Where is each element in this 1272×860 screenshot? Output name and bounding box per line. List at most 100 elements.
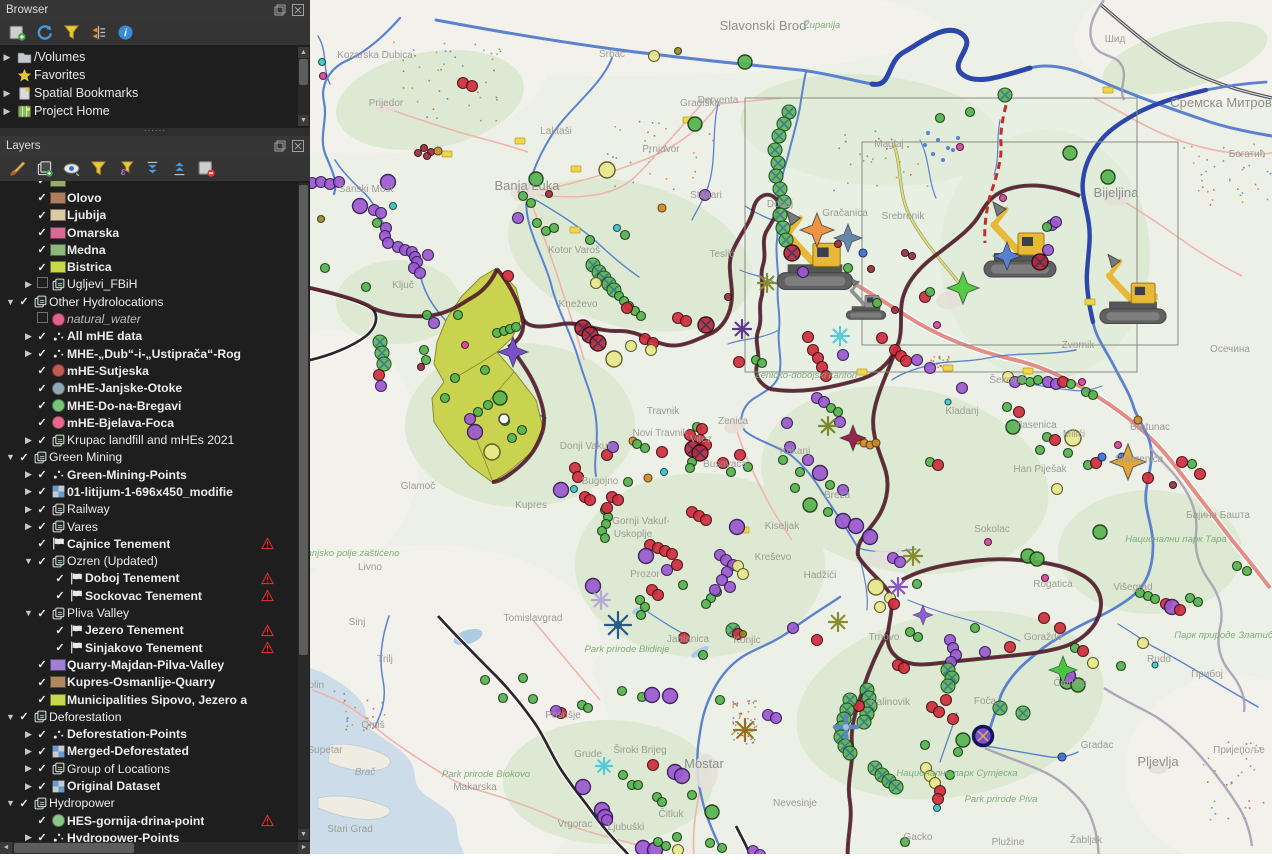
layer-row[interactable]: ▶✓Merged-Deforestated <box>0 743 310 760</box>
layer-checkbox[interactable]: ✓ <box>35 468 49 481</box>
browser-item[interactable]: ▶Project Home <box>0 102 310 120</box>
layer-row[interactable]: ▶✓All mHE data <box>0 328 310 345</box>
layer-row[interactable]: ▶Ugljevi_FBiH <box>0 276 310 293</box>
layer-row[interactable]: ▶✓Krupac landfill and mHEs 2021 <box>0 431 310 448</box>
expand-arrow-icon[interactable]: ▶ <box>22 435 35 446</box>
layer-row[interactable]: ✓mHE-Sutjeska <box>0 362 310 379</box>
warning-icon[interactable] <box>261 814 274 827</box>
layer-checkbox[interactable]: ✓ <box>53 589 67 602</box>
warning-icon[interactable] <box>261 572 274 585</box>
layer-row[interactable]: ▶✓Group of Locations <box>0 760 310 777</box>
expand-arrow-icon[interactable]: ▶ <box>22 763 35 774</box>
refresh-icon[interactable] <box>35 23 53 41</box>
layers-scrollbar[interactable]: ▼ <box>298 183 309 840</box>
layer-row[interactable]: ▶✓Deforestation-Points <box>0 726 310 743</box>
layer-row[interactable]: ▼✓Deforestation <box>0 708 310 725</box>
warning-icon[interactable] <box>261 624 274 637</box>
browser-item[interactable]: Favorites <box>0 66 310 84</box>
layer-row[interactable]: ▶✓Green-Mining-Points <box>0 466 310 483</box>
expand-arrow-icon[interactable]: ▼ <box>4 712 17 722</box>
layer-row[interactable]: ✓Municipalities Sipovo, Jezero a <box>0 691 310 708</box>
layer-checkbox[interactable]: ✓ <box>17 710 31 723</box>
expand-arrow-icon[interactable]: ▶ <box>22 348 35 359</box>
layer-checkbox[interactable]: ✓ <box>17 295 31 308</box>
layer-checkbox[interactable]: ✓ <box>35 191 49 204</box>
layer-checkbox[interactable]: ✓ <box>35 485 49 498</box>
browser-item[interactable]: ▶/Volumes <box>0 48 310 66</box>
layer-row[interactable]: ▼✓Pliva Valley <box>0 604 310 621</box>
layer-checkbox[interactable]: ✓ <box>35 434 49 447</box>
layer-checkbox[interactable]: ✓ <box>35 399 49 412</box>
layer-checkbox[interactable]: ✓ <box>35 243 49 256</box>
expand-arrow-icon[interactable]: ▼ <box>4 798 17 808</box>
expand-arrow-icon[interactable]: ▶ <box>22 486 35 497</box>
layer-checkbox[interactable]: ✓ <box>17 797 31 810</box>
warning-icon[interactable] <box>261 537 274 550</box>
layer-checkbox[interactable]: ✓ <box>35 347 49 360</box>
layer-row[interactable]: ✓Jezero Tenement <box>0 622 310 639</box>
filter-browser-icon[interactable] <box>62 23 80 41</box>
layer-checkbox[interactable]: ✓ <box>53 572 67 585</box>
warning-icon[interactable] <box>261 589 274 602</box>
layer-row[interactable]: ✓mHE-Janjske-Otoke <box>0 380 310 397</box>
expand-arrow-icon[interactable]: ▶ <box>22 729 35 740</box>
layer-checkbox[interactable]: ✓ <box>35 261 49 274</box>
layer-checkbox[interactable]: ✓ <box>35 181 49 187</box>
expand-arrow-icon[interactable]: ▼ <box>4 452 17 462</box>
map-themes-icon[interactable] <box>62 159 80 177</box>
layer-checkbox[interactable]: ✓ <box>35 537 49 550</box>
layer-row[interactable]: ✓Ljubija <box>0 207 310 224</box>
expand-arrow-icon[interactable]: ▼ <box>4 297 17 307</box>
float-panel-icon[interactable] <box>274 140 286 152</box>
expand-arrow-icon[interactable]: ▶ <box>22 331 35 342</box>
expand-arrow-icon[interactable]: ▼ <box>22 608 35 618</box>
layer-checkbox[interactable] <box>35 312 49 326</box>
expand-all-icon[interactable] <box>143 159 161 177</box>
layer-row[interactable]: ✓ <box>0 181 310 189</box>
layer-checkbox[interactable]: ✓ <box>35 762 49 775</box>
map-canvas[interactable]: Kozarska DubicaGradiškaSrbacSlavonski Br… <box>310 0 1272 854</box>
layer-row[interactable]: ▼✓Other Hydrolocations <box>0 293 310 310</box>
layer-checkbox[interactable]: ✓ <box>35 555 49 568</box>
layer-checkbox[interactable]: ✓ <box>35 364 49 377</box>
close-panel-icon[interactable] <box>292 140 304 152</box>
expand-arrow-icon[interactable]: ▶ <box>22 504 35 515</box>
layer-checkbox[interactable]: ✓ <box>35 780 49 793</box>
collapse-layers-icon[interactable] <box>170 159 188 177</box>
filter-legend-icon[interactable] <box>89 159 107 177</box>
layer-row[interactable]: ▶✓Vares <box>0 518 310 535</box>
styling-panel-icon[interactable] <box>8 159 26 177</box>
browser-scrollbar[interactable]: ▲ ▼ <box>298 47 309 126</box>
expand-arrow-icon[interactable]: ▼ <box>22 556 35 566</box>
expand-arrow-icon[interactable]: ▶ <box>22 279 35 290</box>
layer-row[interactable]: ✓HES-gornija-drina-point <box>0 812 310 829</box>
layer-checkbox[interactable]: ✓ <box>35 676 49 689</box>
layer-row[interactable]: ✓Bistrica <box>0 258 310 275</box>
float-panel-icon[interactable] <box>274 4 286 16</box>
layer-row[interactable]: ✓Sockovac Tenement <box>0 587 310 604</box>
layer-checkbox[interactable]: ✓ <box>53 624 67 637</box>
layer-checkbox[interactable]: ✓ <box>35 330 49 343</box>
layer-checkbox[interactable]: ✓ <box>35 728 49 741</box>
layer-row[interactable]: ✓Kupres-Osmanlije-Quarry <box>0 674 310 691</box>
layer-checkbox[interactable]: ✓ <box>35 814 49 827</box>
add-layer-icon[interactable] <box>8 23 26 41</box>
layer-row[interactable]: ✓Cajnice Tenement <box>0 535 310 552</box>
layers-hscrollbar[interactable]: ◄ ► <box>0 842 310 854</box>
expand-arrow-icon[interactable]: ▶ <box>0 52 14 63</box>
remove-layer-icon[interactable] <box>197 159 215 177</box>
layer-row[interactable]: ✓Omarska <box>0 224 310 241</box>
layer-checkbox[interactable]: ✓ <box>35 520 49 533</box>
close-panel-icon[interactable] <box>292 4 304 16</box>
layer-checkbox[interactable]: ✓ <box>35 416 49 429</box>
layer-row[interactable]: ✓Sinjakovo Tenement <box>0 639 310 656</box>
expand-arrow-icon[interactable]: ▶ <box>22 521 35 532</box>
layer-row[interactable]: ▶✓MHE-„Dub“-i-„Ustiprača“-Rog <box>0 345 310 362</box>
layer-row[interactable]: ▶✓Original Dataset <box>0 777 310 794</box>
layer-row[interactable]: ▼✓Green Mining <box>0 449 310 466</box>
layer-row[interactable]: ✓mHE-Bjelava-Foca <box>0 414 310 431</box>
layer-row[interactable]: ✓Medna <box>0 241 310 258</box>
layer-row[interactable]: ✓Olovo <box>0 189 310 206</box>
panel-splitter[interactable]: ······ <box>0 128 310 136</box>
layer-row[interactable]: ▼✓Hydropower <box>0 795 310 812</box>
